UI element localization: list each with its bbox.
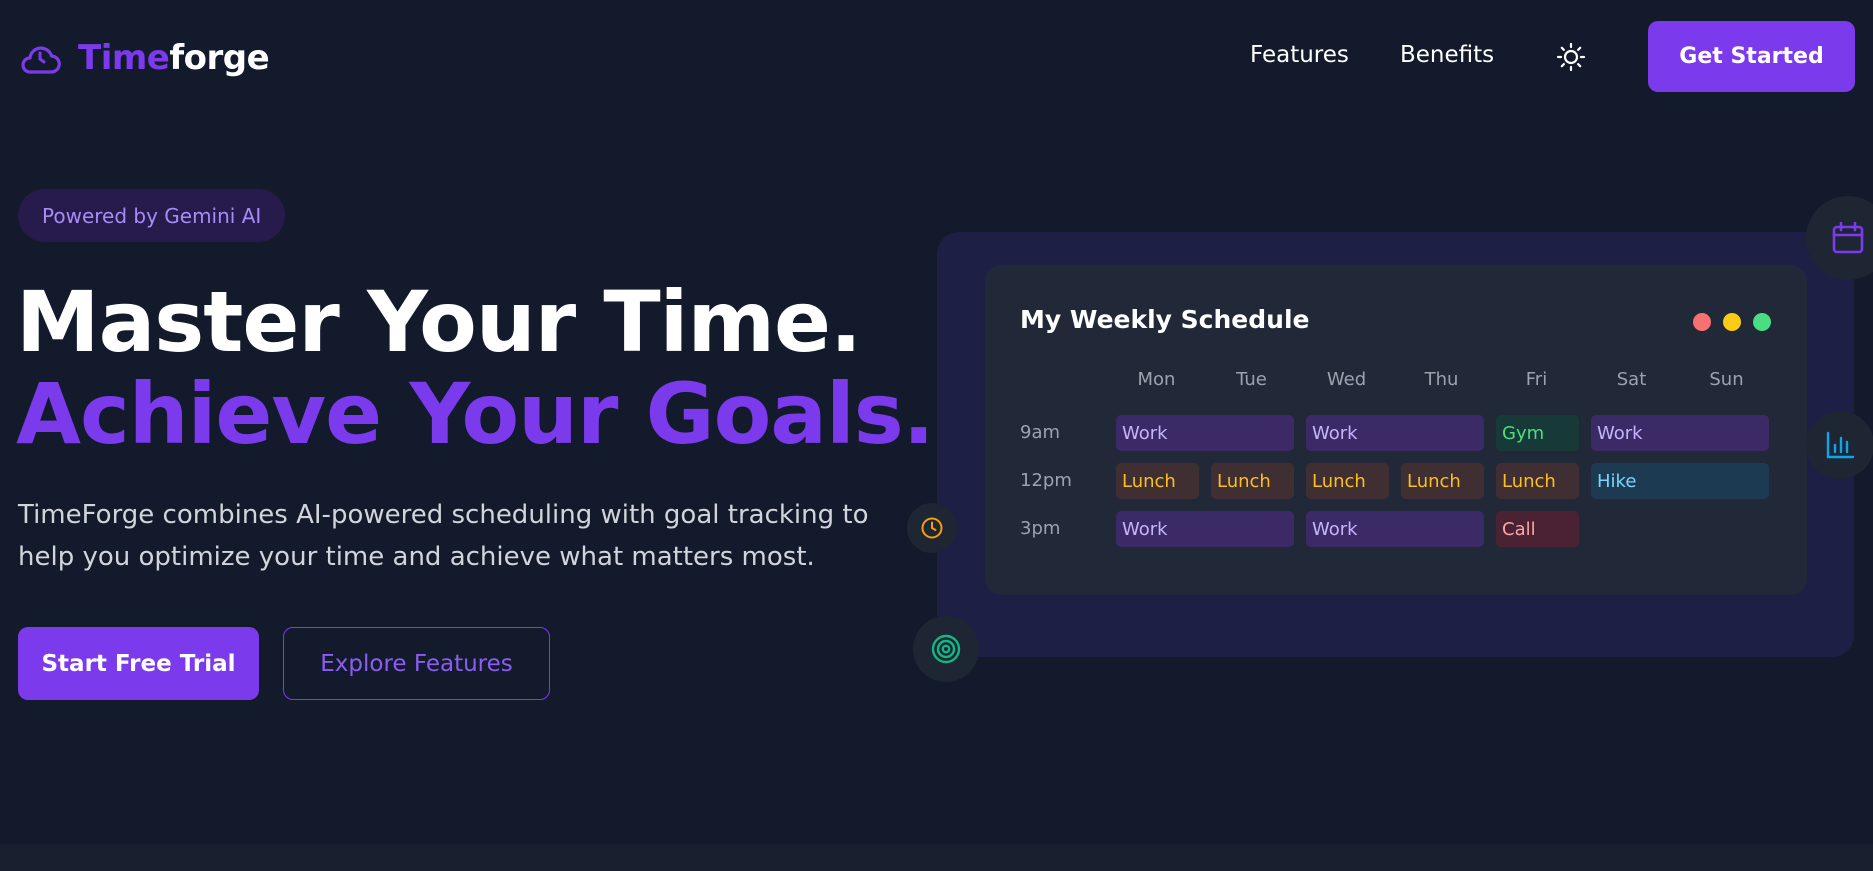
calendar-icon [1832, 221, 1864, 254]
day-header-tue: Tue [1236, 369, 1267, 390]
day-header-sun: Sun [1709, 369, 1744, 390]
event-lunch-wed[interactable]: Lunch [1306, 463, 1389, 499]
next-section-band [0, 844, 1873, 871]
event-work-wed-thu-3pm[interactable]: Work [1306, 511, 1484, 547]
brand-name: Timeforge [78, 38, 270, 78]
time-label-3pm: 3pm [1020, 518, 1061, 539]
target-icon [931, 634, 961, 664]
day-header-fri: Fri [1525, 369, 1548, 390]
schedule-title: My Weekly Schedule [1020, 305, 1310, 334]
hero-headline: Master Your Time. Achieve Your Goals. [16, 273, 935, 463]
event-lunch-mon[interactable]: Lunch [1116, 463, 1199, 499]
nav-link-features[interactable]: Features [1250, 42, 1349, 68]
clock-badge [907, 503, 957, 553]
nav-link-benefits[interactable]: Benefits [1400, 42, 1494, 68]
time-label-9am: 9am [1020, 422, 1061, 443]
event-hike-sat-sun[interactable]: Hike [1591, 463, 1769, 499]
event-work-sat-sun-9am[interactable]: Work [1591, 415, 1769, 451]
event-lunch-tue[interactable]: Lunch [1211, 463, 1294, 499]
event-lunch-thu[interactable]: Lunch [1401, 463, 1484, 499]
hero-subtitle: TimeForge combines AI-powered scheduling… [18, 500, 869, 572]
event-work-mon-tue-3pm[interactable]: Work [1116, 511, 1294, 547]
headline-line-2: Achieve Your Goals. [16, 365, 935, 463]
get-started-button[interactable]: Get Started [1648, 21, 1855, 92]
day-header-sat: Sat [1616, 369, 1647, 390]
event-work-mon-tue-9am[interactable]: Work [1116, 415, 1294, 451]
window-dot-red [1693, 313, 1711, 331]
window-dot-yellow [1723, 313, 1741, 331]
headline-line-1: Master Your Time. [16, 273, 862, 371]
day-header-wed: Wed [1326, 369, 1367, 390]
event-lunch-fri[interactable]: Lunch [1496, 463, 1579, 499]
start-free-trial-button[interactable]: Start Free Trial [18, 627, 259, 700]
day-header-mon: Mon [1137, 369, 1176, 390]
cloud-logo-icon [21, 46, 61, 74]
event-call-fri-3pm[interactable]: Call [1496, 511, 1579, 547]
time-label-12pm: 12pm [1020, 470, 1072, 491]
brand-logo[interactable]: Timeforge [18, 36, 270, 80]
event-gym-fri-9am[interactable]: Gym [1496, 415, 1579, 451]
target-badge [913, 616, 979, 682]
explore-features-button[interactable]: Explore Features [283, 627, 550, 700]
clock-icon [921, 517, 943, 539]
top-navbar: Timeforge Features Benefits Get Started [0, 0, 1873, 115]
weekly-schedule-card: My Weekly Schedule Mon Tue Wed Thu Fri S… [985, 265, 1807, 595]
day-header-thu: Thu [1424, 369, 1459, 390]
sun-icon[interactable] [1556, 42, 1586, 72]
bar-chart-icon [1826, 431, 1855, 459]
powered-by-badge: Powered by Gemini AI [18, 189, 286, 242]
chart-badge [1806, 411, 1873, 479]
event-work-wed-thu-9am[interactable]: Work [1306, 415, 1484, 451]
window-dot-green [1753, 313, 1771, 331]
